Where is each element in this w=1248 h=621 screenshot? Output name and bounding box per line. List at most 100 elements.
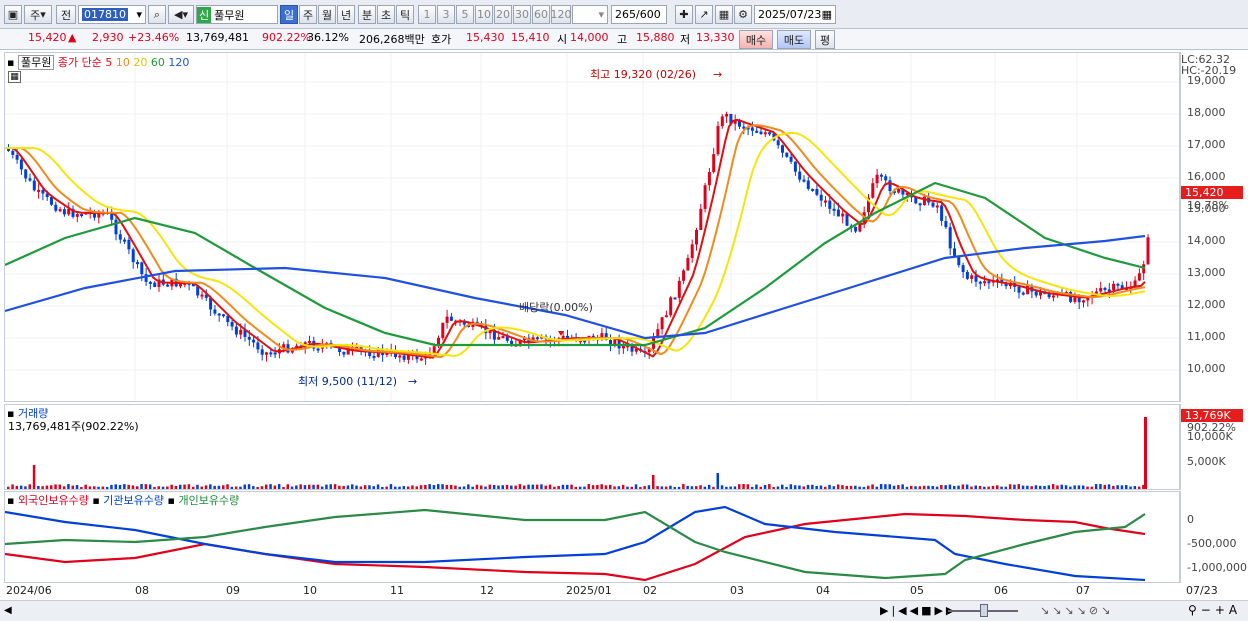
- holdings-panel[interactable]: ▪ 외국인보유수량 ▪ 기관보유수량 ▪ 개인보유수량: [4, 491, 1180, 583]
- volume-bar: [269, 484, 272, 489]
- interval-3-button[interactable]: 3: [437, 5, 455, 24]
- volume-bar: [166, 486, 169, 489]
- sell-button[interactable]: 매도: [777, 30, 811, 49]
- stock-name: 풀무원: [214, 8, 245, 22]
- interval-30-button[interactable]: 30: [513, 5, 531, 24]
- open-price: 14,000: [570, 31, 609, 44]
- period-week-button[interactable]: 주: [299, 5, 317, 24]
- period-year-button[interactable]: 년: [337, 5, 355, 24]
- buy-button[interactable]: 매수: [739, 30, 773, 49]
- candle: [54, 204, 58, 211]
- interval-5-button[interactable]: 5: [456, 5, 474, 24]
- square-icon: ▪: [167, 494, 175, 507]
- candle: [875, 174, 879, 184]
- volume-bar: [1099, 484, 1102, 489]
- volume-bar: [247, 484, 251, 489]
- x-label: 2024/06: [6, 584, 52, 597]
- candle: [815, 188, 819, 195]
- candle: [725, 113, 729, 117]
- volume-bar: [445, 484, 449, 489]
- volume-bar: [93, 486, 96, 489]
- period-day-button[interactable]: 일: [280, 5, 298, 24]
- up-arrow-icon: ▲: [68, 31, 77, 44]
- volume-bar: [110, 484, 113, 489]
- quote-bar: 15,420 ▲ 2,930 +23.46% 13,769,481 902.22…: [0, 29, 1248, 50]
- volume-bar: [578, 486, 582, 489]
- chevron-down-icon: ▾: [598, 8, 604, 21]
- candle: [922, 196, 926, 205]
- scroll-left-icon[interactable]: ◀: [4, 605, 12, 616]
- data-count-total: /600: [636, 8, 661, 21]
- volume-panel[interactable]: ▪ 거래량 13,769,481주(902.22%): [4, 404, 1180, 490]
- custom-interval-select[interactable]: ▾: [572, 5, 608, 24]
- period-dropdown[interactable]: 주 ▾: [24, 5, 52, 24]
- candle: [127, 239, 131, 250]
- interval-20-button[interactable]: 20: [494, 5, 512, 24]
- stock-name-field[interactable]: 신 풀무원: [196, 5, 278, 24]
- interval-1-button[interactable]: 1: [418, 5, 436, 24]
- volume-bar: [1086, 486, 1089, 489]
- period-second-button[interactable]: 초: [377, 5, 395, 24]
- interval-120-button[interactable]: 120: [551, 5, 572, 24]
- candle: [965, 271, 969, 279]
- date-field[interactable]: 2025/07/23 ▦: [754, 5, 836, 24]
- candle: [763, 132, 767, 135]
- volume-bar: [475, 484, 479, 489]
- zoom-slider-thumb[interactable]: [980, 604, 988, 617]
- window-menu-icon[interactable]: ▣: [4, 5, 22, 24]
- candle: [970, 275, 974, 279]
- candle: [953, 248, 956, 256]
- volume-bar: [144, 484, 148, 489]
- candle: [978, 281, 982, 284]
- gear-icon[interactable]: ⚙: [734, 5, 752, 24]
- candle: [118, 234, 122, 240]
- speaker-icon[interactable]: ◀▾: [168, 5, 194, 24]
- candle: [114, 219, 118, 235]
- candle: [213, 309, 217, 314]
- institution-line: [4, 505, 1146, 582]
- volume-bar: [621, 484, 625, 489]
- volume-bar: [252, 486, 255, 489]
- volume-bar: [265, 484, 268, 489]
- stock-code-input[interactable]: 017810 ▾: [78, 5, 146, 24]
- period-minute-button[interactable]: 분: [358, 5, 376, 24]
- period-month-button[interactable]: 월: [318, 5, 336, 24]
- interval-60-button[interactable]: 60: [532, 5, 550, 24]
- search-icon[interactable]: ⌕: [148, 5, 166, 24]
- table-icon[interactable]: ▦: [8, 71, 21, 83]
- candle: [19, 159, 23, 170]
- candle: [265, 352, 268, 355]
- volume-bar: [755, 484, 758, 489]
- interval-10-button[interactable]: 10: [475, 5, 493, 24]
- volume-bar: [402, 486, 406, 489]
- crosshair-icon[interactable]: ✚: [675, 5, 693, 24]
- data-count-field[interactable]: 265/600: [611, 5, 667, 24]
- draw-tool-icon[interactable]: ↗: [695, 5, 713, 24]
- volume-bar: [385, 486, 388, 489]
- zoom-controls[interactable]: ⚲−+A: [1188, 603, 1241, 617]
- prev-button[interactable]: 전: [56, 5, 76, 24]
- volume-bar: [574, 486, 578, 489]
- volume-bar: [514, 485, 517, 489]
- period-tick-button[interactable]: 틱: [396, 5, 414, 24]
- price-chart-panel[interactable]: 최고 19,320 (02/26) → 최저 9,500 (11/12) → 배…: [4, 52, 1180, 402]
- calendar-icon: ▦: [821, 8, 832, 21]
- drawing-tools[interactable]: ↘↘↘↘⊘↘: [1040, 604, 1113, 617]
- candle: [948, 227, 952, 249]
- ma5-line: [5, 118, 1146, 359]
- square-icon: ▪: [7, 494, 15, 507]
- volume-bar: [888, 484, 891, 489]
- playback-controls[interactable]: ▶|◀◀■▶▶: [880, 604, 957, 617]
- volume-bar: [170, 484, 173, 489]
- volume-bar: [428, 484, 431, 489]
- volume-bar: [841, 485, 844, 489]
- x-label: 04: [816, 584, 830, 597]
- candle: [703, 185, 707, 209]
- volume-bar: [1090, 486, 1094, 489]
- indicator-icon[interactable]: ▦: [715, 5, 733, 24]
- eval-button[interactable]: 평: [815, 30, 835, 49]
- volume-bar: [114, 484, 117, 489]
- volume-bar: [845, 485, 848, 489]
- volume-bar: [161, 486, 165, 489]
- bottom-scrollbar[interactable]: ◀ ▶|◀◀■▶▶ ↘↘↘↘⊘↘ ⚲−+A: [0, 600, 1248, 621]
